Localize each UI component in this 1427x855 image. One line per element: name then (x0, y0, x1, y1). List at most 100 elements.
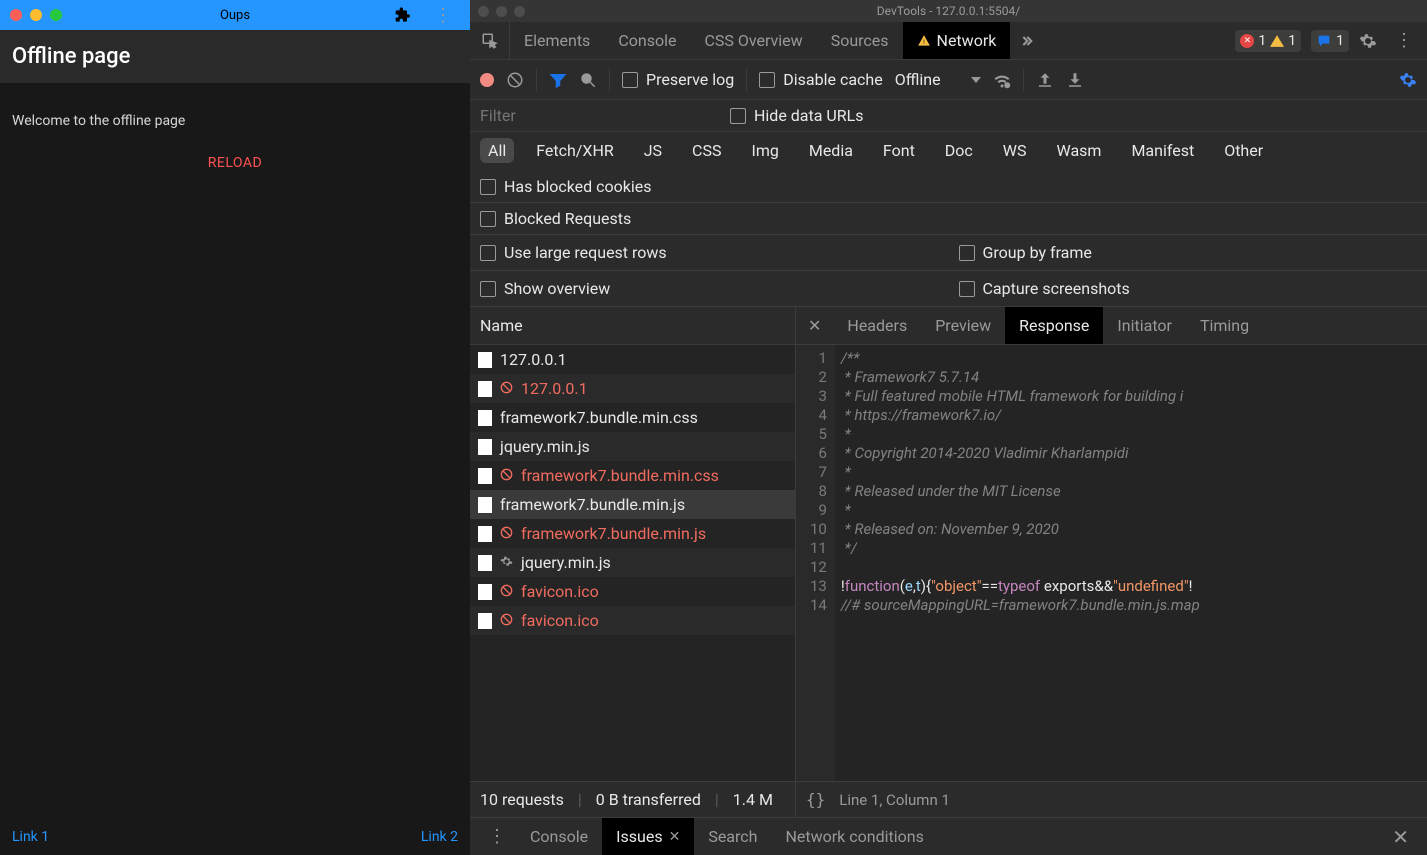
large-rows-checkbox[interactable]: Use large request rows (480, 243, 939, 262)
dt-minimize-button[interactable] (496, 6, 507, 17)
group-by-frame-checkbox[interactable]: Group by frame (959, 243, 1418, 262)
request-row[interactable]: favicon.ico (470, 577, 795, 606)
chat-icon (1316, 33, 1332, 49)
request-name: favicon.ico (521, 611, 599, 630)
filter-chip-ws[interactable]: WS (995, 138, 1035, 163)
filter-chip-fetch[interactable]: Fetch/XHR (528, 138, 622, 163)
response-tab-preview[interactable]: Preview (921, 307, 1005, 344)
filter-chip-other[interactable]: Other (1216, 138, 1271, 163)
tab-network[interactable]: ! Network (903, 22, 1011, 59)
filter-chip-doc[interactable]: Doc (937, 138, 981, 163)
app-menu-button[interactable]: ⋮ (426, 5, 460, 26)
app-titlebar: Oups ⋮ (0, 0, 470, 30)
tab-sources[interactable]: Sources (817, 22, 903, 59)
file-icon (478, 468, 492, 484)
filter-chip-media[interactable]: Media (801, 138, 861, 163)
throttling-select[interactable]: Offline (895, 70, 981, 89)
file-icon (478, 410, 492, 426)
request-row[interactable]: 127.0.0.1 (470, 374, 795, 403)
download-har-button[interactable] (1066, 71, 1084, 89)
drawer-menu-button[interactable]: ⋮ (478, 826, 516, 847)
response-tab-timing[interactable]: Timing (1186, 307, 1263, 344)
error-icon: ✕ (1240, 34, 1254, 48)
devtools-menu-button[interactable]: ⋮ (1387, 30, 1421, 51)
tab-elements[interactable]: Elements (510, 22, 604, 59)
filter-chip-css[interactable]: CSS (684, 138, 729, 163)
file-icon (478, 613, 492, 629)
drawer-tab-console[interactable]: Console (516, 818, 602, 855)
close-response-button[interactable]: ✕ (796, 316, 833, 335)
tab-css-overview[interactable]: CSS Overview (690, 22, 816, 59)
filter-icon[interactable] (549, 71, 567, 89)
upload-har-button[interactable] (1036, 71, 1054, 89)
drawer-tab-issues[interactable]: Issues ✕ (602, 818, 694, 855)
maximize-window-button[interactable] (50, 9, 62, 21)
footer-link-2[interactable]: Link 2 (421, 829, 458, 845)
file-icon (478, 497, 492, 513)
request-row[interactable]: framework7.bundle.min.css (470, 461, 795, 490)
response-code[interactable]: 1234567891011121314 /** * Framework7 5.7… (796, 345, 1427, 781)
request-row[interactable]: framework7.bundle.min.js (470, 490, 795, 519)
error-status-icon (500, 379, 513, 398)
file-icon (478, 555, 492, 571)
settings-icon[interactable] (1359, 32, 1377, 50)
footer-link-1[interactable]: Link 1 (12, 829, 49, 845)
hide-data-urls-checkbox[interactable]: Hide data URLs (730, 106, 864, 125)
close-window-button[interactable] (10, 9, 22, 21)
reload-button[interactable]: RELOAD (12, 155, 458, 171)
request-row[interactable]: 127.0.0.1 (470, 345, 795, 374)
issues-badge[interactable]: 1 (1311, 30, 1349, 52)
search-icon[interactable] (579, 71, 597, 89)
dt-close-button[interactable] (478, 6, 489, 17)
request-row[interactable]: favicon.ico (470, 606, 795, 635)
filter-chip-font[interactable]: Font (875, 138, 923, 163)
request-list-header[interactable]: Name (470, 307, 795, 345)
request-name: framework7.bundle.min.js (500, 495, 685, 514)
error-warning-badge[interactable]: ✕ 1 1 (1235, 30, 1301, 52)
inspect-element-button[interactable] (470, 22, 510, 59)
drawer-tab-network-conditions[interactable]: Network conditions (771, 818, 937, 855)
network-config-icon[interactable] (993, 71, 1011, 89)
warning-icon: ! (917, 34, 931, 48)
more-tabs-button[interactable] (1010, 22, 1042, 59)
request-name: framework7.bundle.min.css (500, 408, 698, 427)
tab-console[interactable]: Console (604, 22, 690, 59)
warning-icon (1270, 35, 1284, 47)
filter-chip-wasm[interactable]: Wasm (1049, 138, 1110, 163)
close-issues-button[interactable]: ✕ (669, 829, 681, 845)
request-name: framework7.bundle.min.css (521, 466, 719, 485)
response-tab-response[interactable]: Response (1005, 307, 1103, 344)
filter-chip-manifest[interactable]: Manifest (1123, 138, 1202, 163)
clear-button[interactable] (506, 71, 524, 89)
blocked-cookies-checkbox[interactable]: Has blocked cookies (480, 177, 652, 196)
request-row[interactable]: framework7.bundle.min.js (470, 519, 795, 548)
dt-maximize-button[interactable] (514, 6, 525, 17)
pretty-print-button[interactable]: {} (806, 790, 825, 809)
request-row[interactable]: jquery.min.js (470, 548, 795, 577)
cursor-position: Line 1, Column 1 (839, 791, 950, 809)
capture-screenshots-checkbox[interactable]: Capture screenshots (959, 279, 1418, 298)
request-row[interactable]: framework7.bundle.min.css (470, 403, 795, 432)
show-overview-checkbox[interactable]: Show overview (480, 279, 939, 298)
disable-cache-checkbox[interactable]: Disable cache (759, 70, 882, 89)
network-settings-icon[interactable] (1399, 71, 1417, 89)
filter-chip-js[interactable]: JS (636, 138, 670, 163)
file-icon (478, 526, 492, 542)
filter-chip-all[interactable]: All (480, 138, 514, 163)
extensions-icon[interactable] (395, 7, 411, 23)
record-button[interactable] (480, 73, 494, 87)
error-status-icon (500, 582, 513, 601)
request-row[interactable]: jquery.min.js (470, 432, 795, 461)
drawer-tab-search[interactable]: Search (694, 818, 771, 855)
preserve-log-checkbox[interactable]: Preserve log (622, 70, 734, 89)
response-tab-headers[interactable]: Headers (833, 307, 921, 344)
service-worker-icon (500, 553, 513, 572)
blocked-requests-checkbox[interactable]: Blocked Requests (480, 209, 631, 228)
filter-input[interactable] (480, 106, 710, 125)
response-tab-initiator[interactable]: Initiator (1103, 307, 1186, 344)
minimize-window-button[interactable] (30, 9, 42, 21)
request-name: favicon.ico (521, 582, 599, 601)
file-icon (478, 439, 492, 455)
close-drawer-button[interactable]: ✕ (1392, 825, 1419, 849)
filter-chip-img[interactable]: Img (743, 138, 786, 163)
